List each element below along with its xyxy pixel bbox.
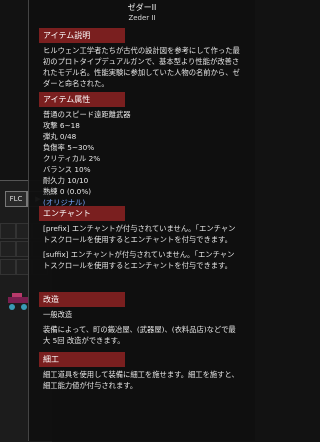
section-header: アイテム属性 — [39, 92, 125, 107]
upgrade-subheader: 一般改造 — [43, 310, 73, 319]
attribute-row: バランス 10% — [43, 165, 91, 174]
item-title: ゼダーII — [127, 3, 157, 12]
attribute-row: 熟練 0 (0.0%) — [43, 187, 92, 196]
inventory-cell[interactable] — [0, 241, 16, 257]
section-upgrade: 改造 一般改造 装備によって、町の鍛冶屋、(武器屋)、(衣料品店)などで最大 5… — [39, 292, 245, 348]
section-header: 改造 — [39, 292, 125, 307]
enchant-prefix: [prefix] エンチャントが付与されていません。「エンチャントスクロールを使… — [43, 224, 236, 244]
inventory-cell[interactable] — [0, 223, 16, 239]
attribute-row: 耐久力 10/10 — [43, 176, 89, 185]
upgrade-text: 装備によって、町の鍛冶屋、(武器屋)、(衣料品店)などで最大 5回 改造ができま… — [43, 325, 236, 345]
tab-flc[interactable]: FLC — [5, 191, 27, 207]
attribute-row: 弾丸 0/48 — [43, 132, 77, 141]
dual-gun-icon[interactable] — [6, 289, 30, 313]
section-craft: 細工 細工道具を使用して装備に細工を施せます。細工を施すと、細工能力値が付与され… — [39, 352, 245, 393]
attribute-list: 普通のスピード遠距離武器 攻撃 6~18 弾丸 0/48 負傷率 5~30% ク… — [39, 107, 245, 210]
section-header: 細工 — [39, 352, 125, 367]
craft-text: 細工道具を使用して装備に細工を施せます。細工を施すと、細工能力値が付与されます。 — [43, 370, 239, 390]
section-enchant: エンチャント [prefix] エンチャントが付与されていません。「エンチャント… — [39, 206, 245, 273]
attribute-row: 普通のスピード遠距離武器 — [43, 110, 131, 119]
description-text: ヒルウェン工学者たちが古代の設計図を参考にして作った最初のプロトタイプデュアルガ… — [43, 46, 240, 88]
item-subtitle: Zeder II — [128, 14, 156, 22]
item-tooltip: ゼダーII Zeder II アイテム説明 ヒルウェン工学者たちが古代の設計図を… — [28, 0, 255, 441]
section-description: アイテム説明 ヒルウェン工学者たちが古代の設計図を参考にして作った最初のプロトタ… — [39, 28, 245, 91]
inventory-cell[interactable] — [0, 259, 16, 275]
enchant-suffix: [suffix] エンチャントが付与されていません。「エンチャントスクロールを使… — [43, 250, 235, 270]
attribute-row: クリティカル 2% — [43, 154, 101, 163]
section-attributes: アイテム属性 普通のスピード遠距離武器 攻撃 6~18 弾丸 0/48 負傷率 … — [39, 92, 245, 210]
section-header: アイテム説明 — [39, 28, 125, 43]
section-header: エンチャント — [39, 206, 125, 221]
attribute-row: 攻撃 6~18 — [43, 121, 80, 130]
attribute-row: 負傷率 5~30% — [43, 143, 95, 152]
